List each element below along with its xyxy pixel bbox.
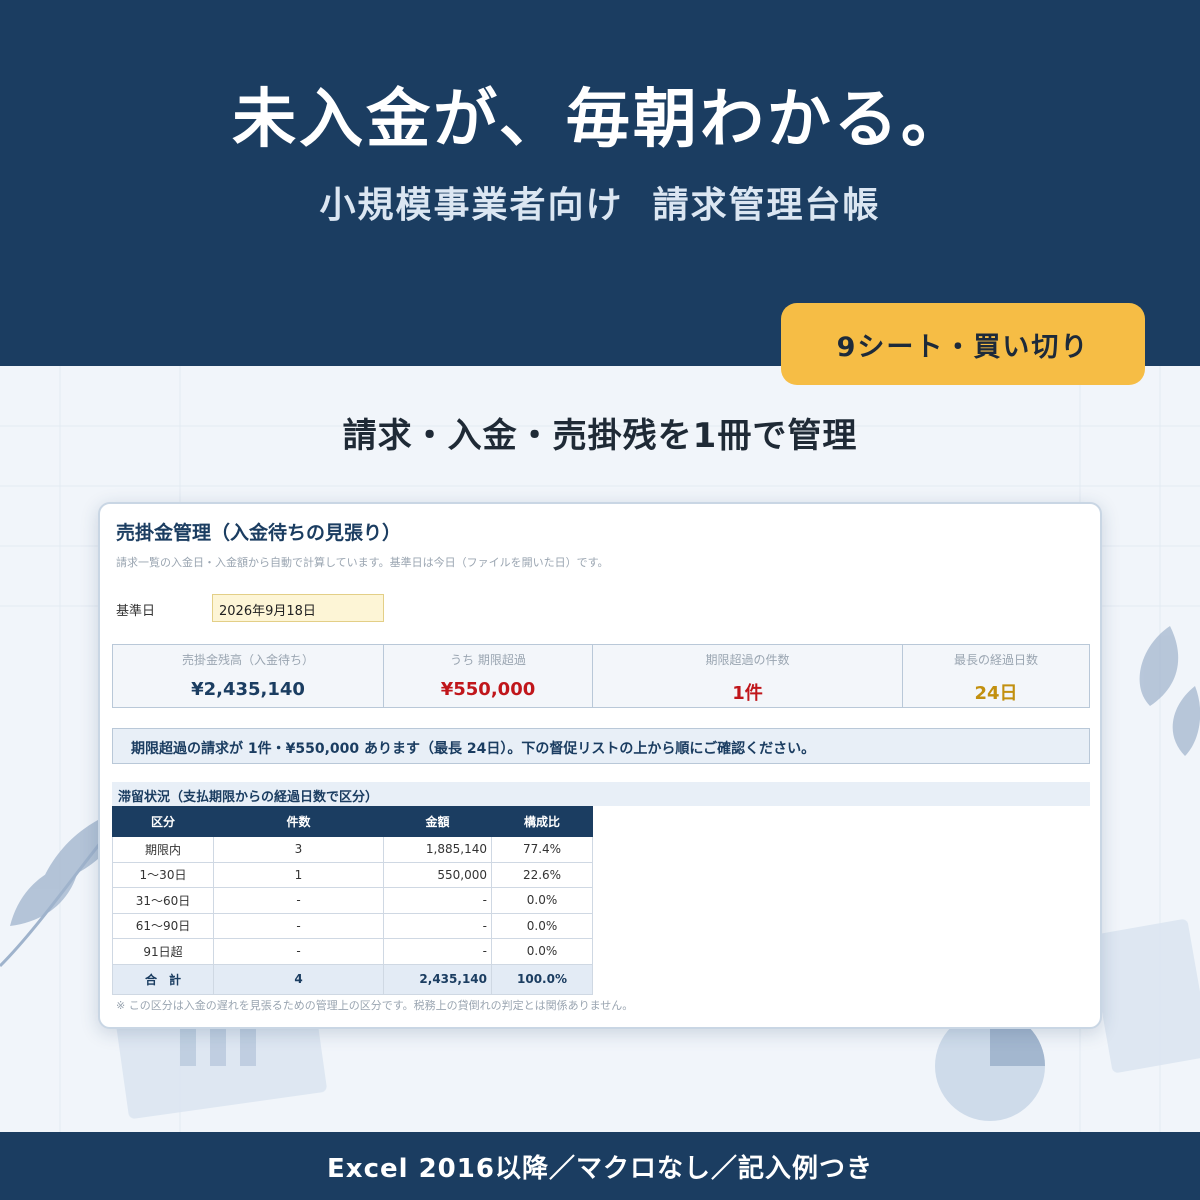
kpi-label: うち 期限超過 <box>450 653 526 667</box>
table-row: 31〜60日 - - 0.0% <box>112 887 593 914</box>
receivables-sheet: 売掛金管理（入金待ちの見張り） 請求一覧の入金日・入金額から自動で計算しています… <box>98 502 1102 1029</box>
cell-ratio[interactable]: 0.0% <box>491 938 593 965</box>
kpi-strip: 売掛金残高（入金待ち） ¥2,435,140 うち 期限超過 ¥550,000 … <box>112 644 1090 708</box>
cell-count[interactable]: - <box>213 912 384 939</box>
kpi-label: 売掛金残高（入金待ち） <box>181 653 314 667</box>
kpi-overdue-amount: うち 期限超過 ¥550,000 <box>384 645 593 707</box>
cell-category[interactable]: 1〜30日 <box>112 861 214 888</box>
cell-ratio[interactable]: 22.6% <box>491 861 593 888</box>
sheet-title: 売掛金管理（入金待ちの見張り） <box>116 522 402 544</box>
hero-subtitle: 小規模事業者向け 請求管理台帳 <box>319 185 881 226</box>
cell-amount[interactable]: 1,885,140 <box>383 836 492 863</box>
table-row: 91日超 - - 0.0% <box>112 938 593 965</box>
cell-amount[interactable]: - <box>383 912 492 939</box>
base-date-label: 基準日 <box>116 604 156 619</box>
sheet-description: 請求一覧の入金日・入金額から自動で計算しています。基準日は今日（ファイルを開いた… <box>116 556 609 569</box>
table-total-row: 合 計 4 2,435,140 100.0% <box>112 963 593 995</box>
column-header-amount[interactable]: 金額 <box>383 806 492 837</box>
cell-amount[interactable]: 550,000 <box>383 861 492 888</box>
kpi-label: 最長の経過日数 <box>953 653 1038 667</box>
cell-count[interactable]: - <box>213 938 384 965</box>
tagline: 請求・入金・売掛残を1冊で管理 <box>342 416 858 456</box>
kpi-value: ¥2,435,140 <box>191 679 305 700</box>
cell-ratio[interactable]: 0.0% <box>491 912 593 939</box>
kpi-value: ¥550,000 <box>440 679 536 700</box>
table-row: 61〜90日 - - 0.0% <box>112 912 593 939</box>
cell-count[interactable]: 3 <box>213 836 384 863</box>
column-header-count[interactable]: 件数 <box>213 806 384 837</box>
purchase-badge: 9シート・買い切り <box>781 303 1145 385</box>
hero-title: 未入金が、毎朝わかる。 <box>232 83 968 157</box>
kpi-label: 期限超過の件数 <box>705 653 790 667</box>
kpi-value: 24日 <box>974 683 1018 704</box>
cell-category[interactable]: 61〜90日 <box>112 912 214 939</box>
aging-section-heading: 滞留状況（支払期限からの経過日数で区分） <box>112 782 1090 806</box>
cell-count[interactable]: 1 <box>213 861 384 888</box>
column-header-ratio[interactable]: 構成比 <box>491 806 593 837</box>
cell-category[interactable]: 91日超 <box>112 938 214 965</box>
cell-amount[interactable]: - <box>383 887 492 914</box>
column-header-category[interactable]: 区分 <box>112 806 214 837</box>
aging-table: 区分 件数 金額 構成比 期限内 3 1,885,140 77.4% 1〜30日… <box>112 806 593 995</box>
table-row: 期限内 3 1,885,140 77.4% <box>112 836 593 863</box>
kpi-overdue-count: 期限超過の件数 1件 <box>593 645 903 707</box>
sheet-footnote: ※ この区分は入金の遅れを見張るための管理上の区分です。税務上の貸倒れの判定とは… <box>116 999 634 1012</box>
cell-category[interactable]: 31〜60日 <box>112 887 214 914</box>
cell-count[interactable]: - <box>213 887 384 914</box>
cell-category[interactable]: 合 計 <box>112 963 214 995</box>
cell-category[interactable]: 期限内 <box>112 836 214 863</box>
cell-amount[interactable]: - <box>383 938 492 965</box>
cell-ratio[interactable]: 100.0% <box>491 963 593 995</box>
kpi-value: 1件 <box>732 683 763 704</box>
table-row: 1〜30日 1 550,000 22.6% <box>112 861 593 888</box>
cell-count[interactable]: 4 <box>213 963 384 995</box>
cell-amount[interactable]: 2,435,140 <box>383 963 492 995</box>
cell-ratio[interactable]: 77.4% <box>491 836 593 863</box>
base-date-field[interactable]: 2026年9月18日 <box>212 594 384 622</box>
kpi-longest-days: 最長の経過日数 24日 <box>903 645 1089 707</box>
kpi-outstanding-balance: 売掛金残高（入金待ち） ¥2,435,140 <box>113 645 384 707</box>
cell-ratio[interactable]: 0.0% <box>491 887 593 914</box>
compatibility-footer: Excel 2016以降／マクロなし／記入例つき <box>0 1132 1200 1200</box>
overdue-alert-banner: 期限超過の請求が 1件・¥550,000 あります（最長 24日）。下の督促リス… <box>112 728 1090 764</box>
